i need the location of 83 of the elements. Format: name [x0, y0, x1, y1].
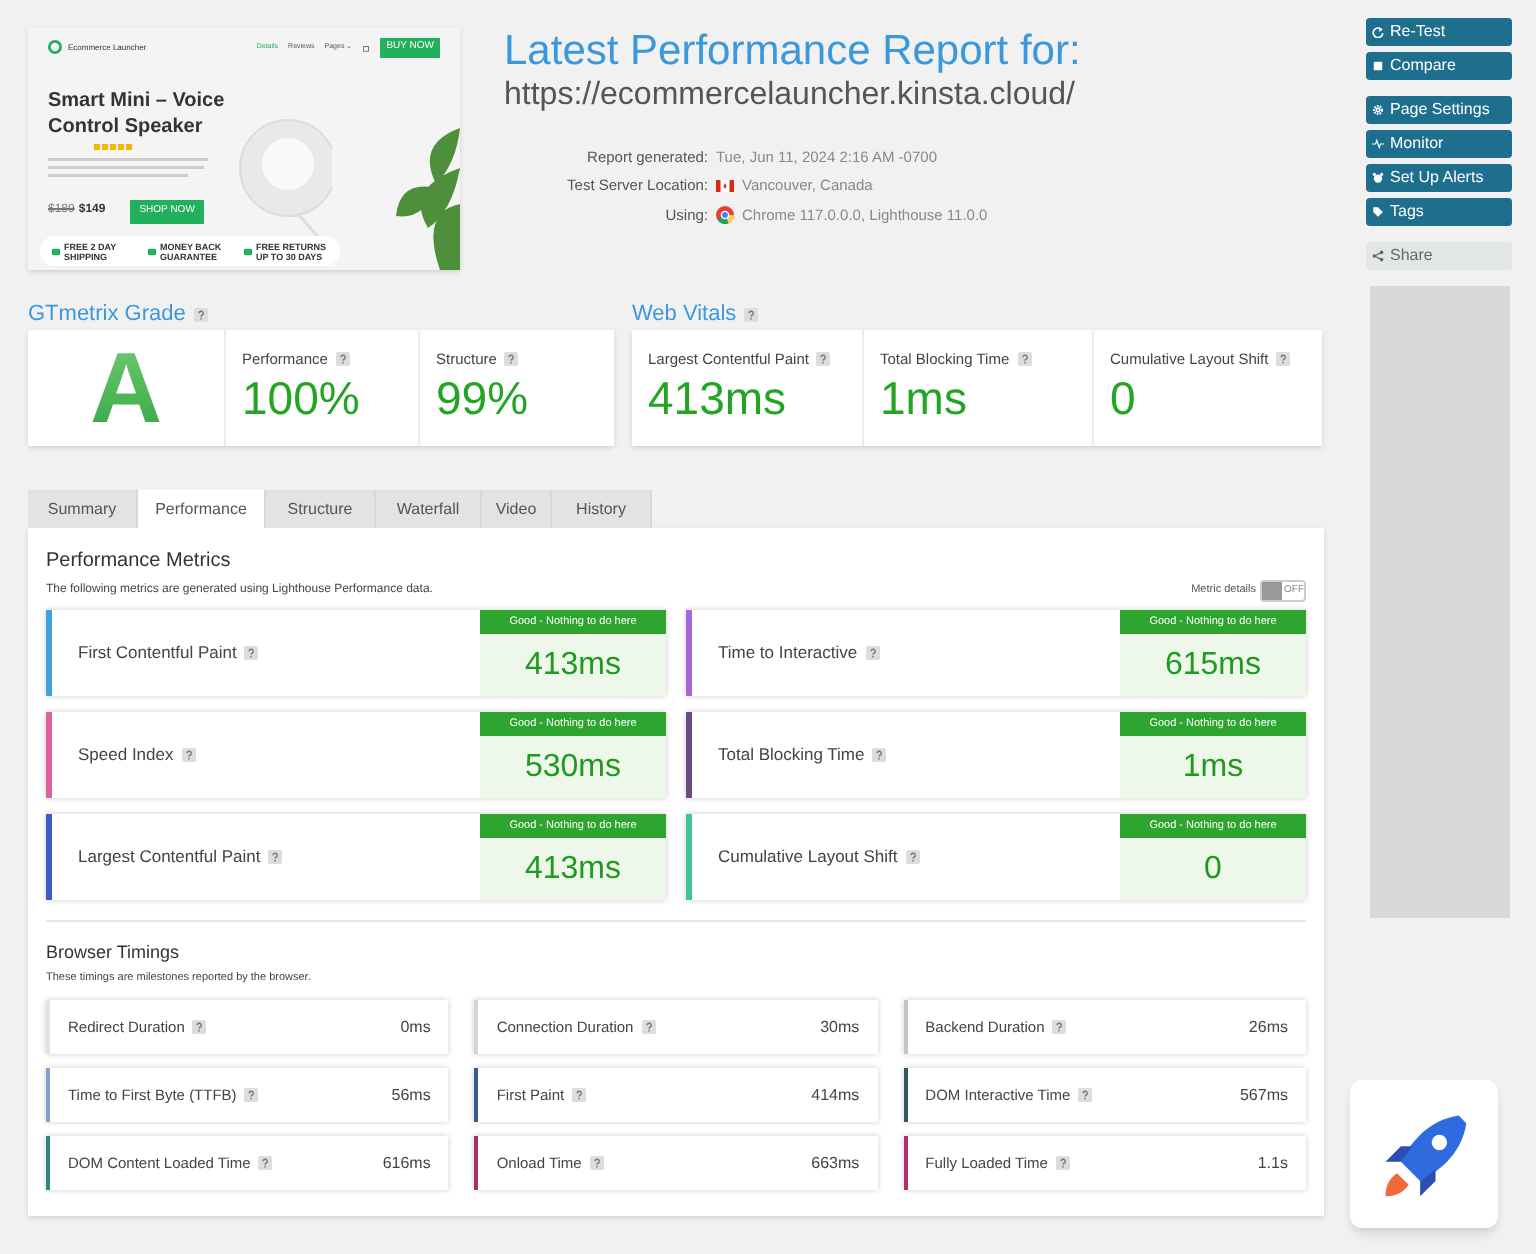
metric-label: Time to Interactive [718, 640, 858, 666]
metric-label: Cumulative Layout Shift [718, 844, 898, 870]
help-icon [589, 1156, 604, 1171]
help-icon [905, 850, 920, 864]
share-button[interactable]: Share [1366, 242, 1512, 270]
tab[interactable]: Video [482, 490, 552, 528]
action-button[interactable]: Re-Test [1366, 18, 1512, 46]
metric-value: 615ms [1120, 634, 1306, 696]
score-value: 1ms [880, 370, 969, 427]
pulse-icon [1372, 138, 1384, 150]
timing-value: 30ms [820, 1015, 860, 1040]
feature-icon [148, 247, 156, 255]
action-button[interactable]: Monitor [1366, 130, 1512, 158]
product-title: Smart Mini – Voice Control Speaker [48, 88, 227, 140]
metric-value: 0 [1120, 838, 1306, 900]
action-button[interactable]: Tags [1366, 198, 1512, 226]
metric-value: 413ms [480, 838, 666, 900]
help-icon [258, 1156, 273, 1171]
section-heading: Browser Timings [46, 940, 182, 964]
feature-icon [244, 247, 252, 255]
help-icon [192, 1020, 207, 1035]
metric-label: Speed Index [78, 742, 174, 768]
help-icon [268, 850, 283, 864]
tag-icon [1372, 206, 1384, 218]
plant-drawing [396, 128, 460, 270]
help-icon [641, 1020, 656, 1035]
report-url[interactable]: https://ecommercelauncher.kinsta.cloud/ [504, 76, 1081, 116]
help-icon [1052, 1020, 1067, 1035]
tab[interactable]: Summary [28, 490, 138, 528]
action-button[interactable]: Page Settings [1366, 96, 1512, 124]
rocket-widget[interactable] [1350, 1080, 1498, 1228]
timing-value: 1.1s [1257, 1151, 1288, 1176]
help-icon [1276, 352, 1291, 367]
metric-value: 413ms [480, 634, 666, 696]
score-value: 0 [1110, 370, 1138, 427]
share-icon [1372, 250, 1384, 262]
metric-label: Largest Contentful Paint [78, 844, 261, 870]
timing-value: 56ms [391, 1083, 431, 1108]
help-icon [572, 1088, 587, 1103]
score-value: 413ms [648, 370, 789, 427]
alarm-icon [1372, 172, 1384, 184]
section-heading: Performance Metrics [46, 548, 233, 576]
help-icon [181, 748, 196, 762]
help-icon [244, 646, 259, 660]
tab[interactable]: History [552, 490, 652, 528]
help-icon [335, 352, 350, 367]
action-button[interactable]: Set Up Alerts [1366, 164, 1512, 192]
help-icon [504, 352, 519, 367]
timing-value: 567ms [1239, 1083, 1288, 1108]
help-icon [744, 307, 759, 321]
tab[interactable]: Waterfall [376, 490, 482, 528]
metric-value: 530ms [480, 736, 666, 798]
help-icon [1078, 1088, 1093, 1103]
score-value: 99% [436, 370, 531, 427]
flag-icon [716, 179, 734, 192]
score-value: 100% [242, 370, 362, 427]
help-icon [865, 646, 880, 660]
metric-label: Total Blocking Time [718, 742, 865, 768]
metric-value: 1ms [1120, 736, 1306, 798]
timing-value: 663ms [811, 1151, 860, 1176]
tab[interactable]: Performance [138, 490, 266, 528]
refresh-icon [1372, 26, 1384, 38]
action-button[interactable]: Compare [1366, 52, 1512, 80]
browser-icon [716, 205, 734, 224]
help-icon [1017, 352, 1032, 367]
help-icon [244, 1088, 259, 1103]
timing-value: 414ms [811, 1083, 860, 1108]
compare-icon [1372, 60, 1384, 72]
gear-icon [1372, 104, 1384, 116]
timing-value: 26ms [1248, 1015, 1288, 1040]
section-title: Web Vitals [632, 299, 737, 330]
report-title: Latest Performance Report for: [504, 28, 1081, 76]
metric-label: First Contentful Paint [78, 640, 237, 666]
help-icon [872, 748, 887, 762]
feature-icon [52, 247, 60, 255]
help-icon [193, 307, 208, 321]
bag-icon [362, 43, 371, 52]
timing-value: 616ms [382, 1151, 431, 1176]
logo-icon [48, 40, 62, 55]
tab[interactable]: Structure [266, 490, 376, 528]
help-icon [1055, 1156, 1070, 1171]
help-icon [816, 352, 831, 367]
timing-value: 0ms [400, 1015, 431, 1040]
